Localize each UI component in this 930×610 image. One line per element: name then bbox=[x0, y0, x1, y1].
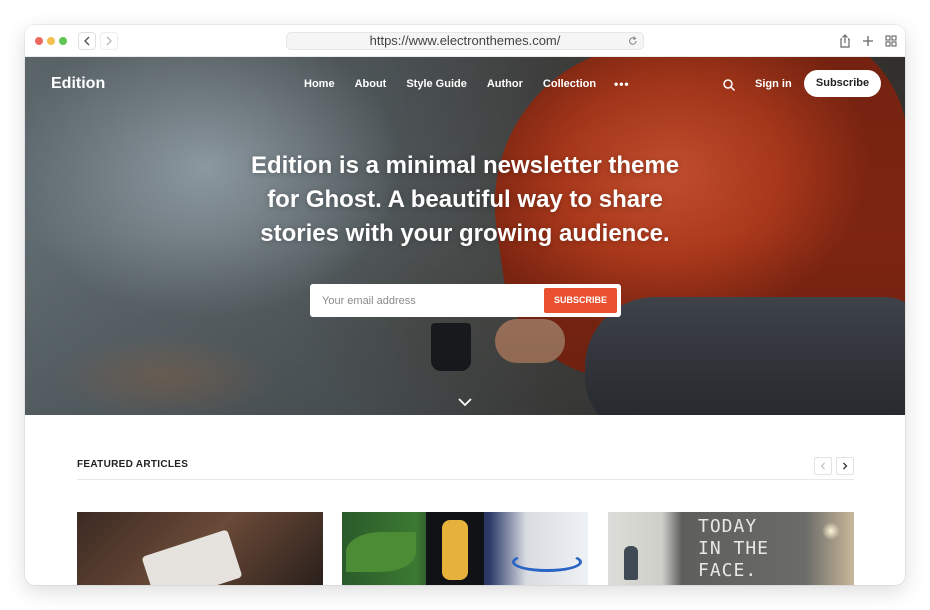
carousel-prev-button[interactable] bbox=[814, 457, 832, 475]
hero-headline-line: stories with your growing audience. bbox=[260, 220, 670, 247]
featured-article-image[interactable] bbox=[77, 512, 323, 585]
chevron-left-icon bbox=[84, 36, 90, 46]
subscribe-button[interactable]: Subscribe bbox=[804, 70, 881, 97]
laptop-illustration bbox=[141, 529, 243, 585]
browser-window: https://www.electronthemes.com/ Edition … bbox=[25, 25, 905, 585]
plus-icon[interactable] bbox=[860, 33, 876, 49]
hero-headline-line: for Ghost. A beautiful way to share bbox=[267, 186, 663, 213]
more-menu-icon[interactable]: ••• bbox=[614, 78, 630, 90]
forward-button[interactable] bbox=[100, 32, 118, 50]
subscribe-form: SUBSCRIBE bbox=[310, 284, 621, 317]
signin-link[interactable]: Sign in bbox=[755, 78, 792, 90]
site-nav: Home About Style Guide Author Collection bbox=[304, 78, 596, 90]
close-window-button[interactable] bbox=[35, 37, 43, 45]
hero-headline-line: Edition is a minimal newsletter theme bbox=[250, 152, 680, 179]
reload-icon[interactable] bbox=[628, 35, 638, 47]
chevron-left-icon bbox=[820, 462, 825, 470]
email-subscribe-button[interactable]: SUBSCRIBE bbox=[544, 288, 617, 313]
wall-sign: TODAY IN THE FACE. bbox=[698, 516, 769, 582]
search-icon[interactable] bbox=[722, 78, 736, 92]
featured-article-image[interactable] bbox=[342, 512, 588, 585]
nav-collection[interactable]: Collection bbox=[543, 78, 596, 90]
nav-home[interactable]: Home bbox=[304, 78, 335, 90]
hero-headline: Edition is a minimal newsletter theme fo… bbox=[205, 149, 725, 251]
wall-sign-line: FACE. bbox=[698, 560, 758, 581]
back-button[interactable] bbox=[78, 32, 96, 50]
person-illustration bbox=[624, 546, 638, 580]
zoom-window-button[interactable] bbox=[59, 37, 67, 45]
nav-style-guide[interactable]: Style Guide bbox=[406, 78, 467, 90]
site-logo[interactable]: Edition bbox=[51, 75, 105, 93]
url-text: https://www.electronthemes.com/ bbox=[369, 33, 561, 48]
chevron-down-icon[interactable] bbox=[457, 397, 473, 407]
featured-article-image[interactable]: TODAY IN THE FACE. bbox=[608, 512, 854, 585]
chevron-right-icon bbox=[843, 462, 848, 470]
wall-sign-line: TODAY bbox=[698, 516, 758, 537]
phone-screen-illustration bbox=[442, 520, 468, 580]
email-input[interactable] bbox=[310, 284, 542, 317]
address-bar[interactable]: https://www.electronthemes.com/ bbox=[286, 32, 644, 50]
cable-illustration bbox=[512, 552, 582, 572]
carousel-next-button[interactable] bbox=[836, 457, 854, 475]
tab-overview-icon[interactable] bbox=[883, 33, 899, 49]
plant-illustration bbox=[346, 532, 416, 572]
hero-section: Edition Home About Style Guide Author Co… bbox=[25, 57, 905, 415]
lamp-glow bbox=[822, 522, 840, 540]
chevron-right-icon bbox=[106, 36, 112, 46]
browser-toolbar: https://www.electronthemes.com/ bbox=[25, 25, 905, 57]
share-icon[interactable] bbox=[837, 33, 853, 49]
minimize-window-button[interactable] bbox=[47, 37, 55, 45]
featured-articles-heading: FEATURED ARTICLES bbox=[77, 459, 189, 470]
wall-sign-line: IN THE bbox=[698, 538, 770, 559]
featured-divider bbox=[77, 479, 854, 480]
nav-about[interactable]: About bbox=[355, 78, 387, 90]
nav-author[interactable]: Author bbox=[487, 78, 523, 90]
